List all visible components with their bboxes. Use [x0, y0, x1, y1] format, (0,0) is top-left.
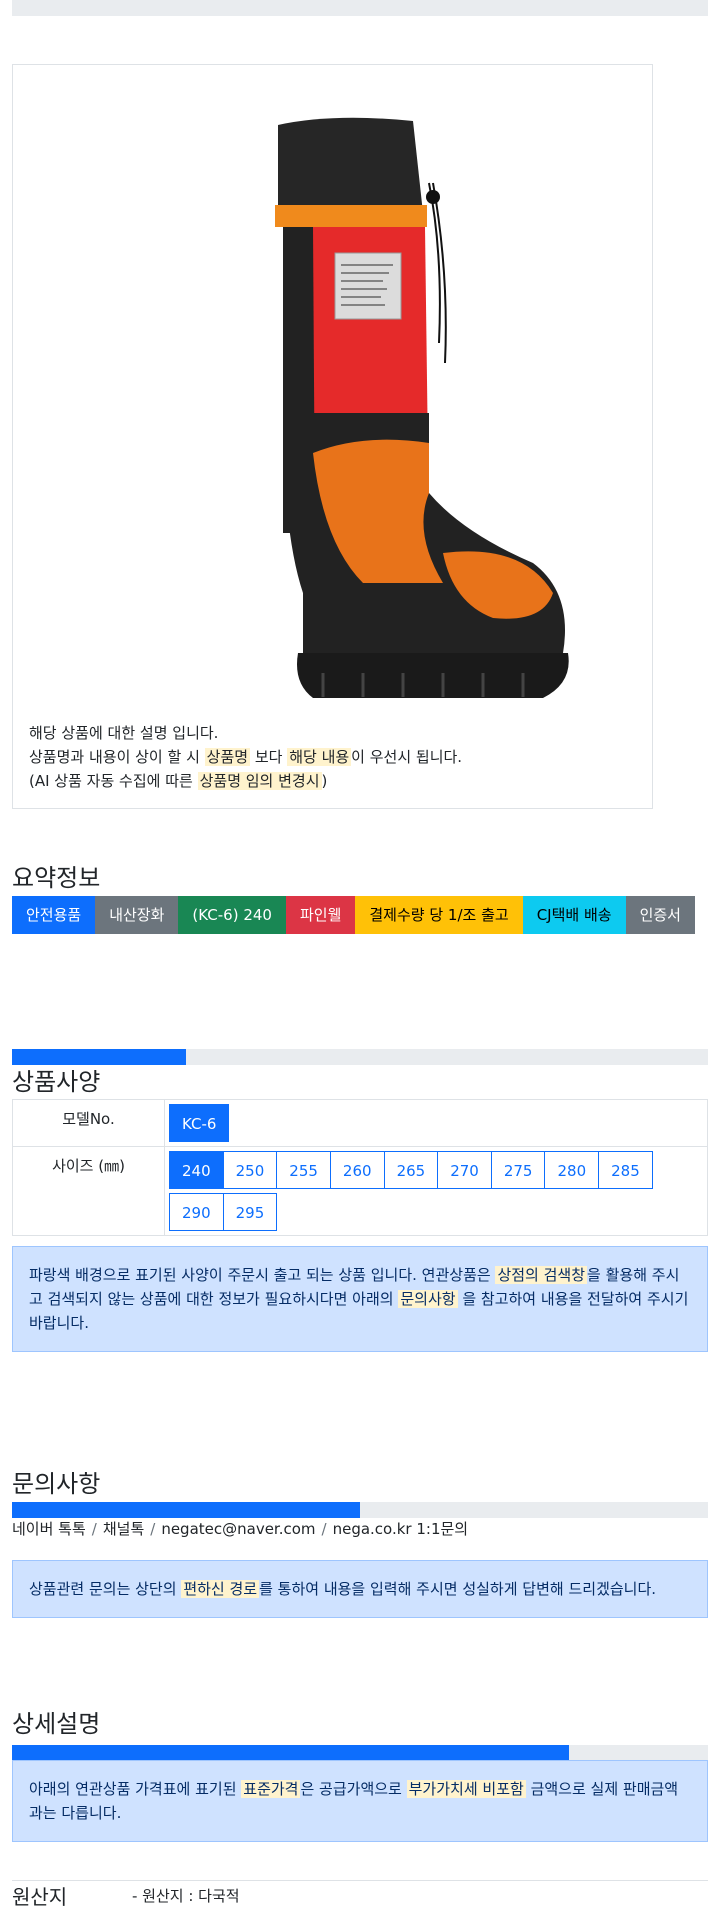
- product-description: 해당 상품에 대한 설명 입니다. 상품명과 내용이 상이 할 시 상품명 보다…: [29, 721, 639, 793]
- summary-badge: 내산장화: [95, 896, 179, 934]
- contact-link[interactable]: negatec@naver.com: [161, 1520, 315, 1538]
- size-option-240[interactable]: 240: [169, 1151, 224, 1189]
- contact-links: 네이버 톡톡 / 채널톡 / negatec@naver.com / nega.co.kr …: [12, 1518, 468, 1539]
- highlight-channel: 편하신 경로: [181, 1580, 260, 1598]
- summary-badge: 인증서: [625, 896, 695, 934]
- summary-badge: 결제수량 당 1/조 출고: [355, 896, 523, 934]
- size-option-250[interactable]: 250: [222, 1151, 278, 1189]
- spec-row-model: 모델No. KC-6: [12, 1100, 708, 1147]
- detail-progress-fill: [12, 1745, 569, 1761]
- spec-values-size: 240 250 255 260 265 270 275 280 285 290 295: [165, 1147, 707, 1235]
- desc-line-3: (AI 상품 자동 수집에 따른 상품명 임의 변경시): [29, 769, 639, 793]
- inquiry-title: 문의사항: [12, 1470, 101, 1498]
- detail-title: 상세설명: [12, 1710, 101, 1738]
- size-option-260[interactable]: 260: [329, 1151, 385, 1189]
- spec-label-size: 사이즈 (㎜): [13, 1147, 165, 1235]
- specs-progress: [12, 1049, 708, 1065]
- summary-title: 요약정보: [12, 864, 101, 892]
- desc-text: 이 우선시 됩니다.: [351, 748, 463, 766]
- model-option[interactable]: KC-6: [169, 1104, 230, 1142]
- contact-link[interactable]: 네이버 톡톡: [12, 1520, 86, 1538]
- size-option-280[interactable]: 280: [544, 1151, 600, 1189]
- desc-text: (AI 상품 자동 수집에 따른: [29, 772, 198, 790]
- link-separator: /: [91, 1520, 97, 1538]
- size-option-275[interactable]: 275: [490, 1151, 546, 1189]
- desc-text: 상품명과 내용이 상이 할 시: [29, 748, 205, 766]
- desc-text: 보다: [250, 748, 288, 766]
- detail-progress: [12, 1745, 708, 1761]
- contact-link[interactable]: nega.co.kr 1:1문의: [333, 1520, 469, 1538]
- inquiry-progress-fill: [12, 1502, 360, 1518]
- size-option-290[interactable]: 290: [169, 1193, 224, 1231]
- spec-values-model: KC-6: [165, 1100, 707, 1146]
- size-option-270[interactable]: 270: [437, 1151, 492, 1189]
- summary-badges: 안전용품 내산장화 (KC-6) 240 파인웰 결제수량 당 1/조 출고 CJ택배 배…: [12, 896, 712, 934]
- summary-badge: CJ택배 배송: [522, 896, 626, 934]
- link-separator: /: [150, 1520, 156, 1538]
- specs-title: 상품사양: [12, 1068, 101, 1096]
- specs-notice: 파랑색 배경으로 표기된 사양이 주문시 출고 되는 상품 입니다. 연관상품은…: [12, 1246, 708, 1352]
- detail-notice: 아래의 연관상품 가격표에 표기된 표준가격 은 공급가액으로 부가가치세 비포함…: [12, 1760, 708, 1842]
- highlight-search: 상점의 검색창: [495, 1266, 588, 1284]
- size-option-255[interactable]: 255: [276, 1151, 331, 1189]
- product-image: [243, 113, 583, 713]
- notice-text: 파랑색 배경으로 표기된 사양이 주문시 출고 되는 상품 입니다. 연관상품은: [29, 1266, 496, 1284]
- summary-badge: (KC-6) 240: [178, 896, 286, 934]
- notice-text: 상품관련 문의는 상단의: [29, 1580, 182, 1598]
- summary-badge: 안전용품: [12, 896, 96, 934]
- desc-text: ): [321, 772, 328, 790]
- size-option-285[interactable]: 285: [598, 1151, 653, 1189]
- inquiry-progress: [12, 1502, 708, 1518]
- desc-line-1: 해당 상품에 대한 설명 입니다.: [29, 724, 219, 742]
- highlight-rename: 상품명 임의 변경시: [197, 772, 322, 790]
- notice-text: 를 통하여 내용을 입력해 주시면 성실하게 답변해 드리겠습니다.: [259, 1580, 657, 1598]
- notice-text: 은 공급가액으로: [300, 1780, 407, 1798]
- safety-boot-illustration: [275, 117, 569, 698]
- size-option-265[interactable]: 265: [383, 1151, 439, 1189]
- specs-table: 모델No. KC-6 사이즈 (㎜) 240 250 255 260 265 270 275…: [12, 1099, 708, 1236]
- origin-label: 원산지: [12, 1885, 68, 1909]
- highlight-inquiry: 문의사항: [398, 1290, 458, 1308]
- inquiry-notice: 상품관련 문의는 상단의 편하신 경로 를 통하여 내용을 입력해 주시면 성실하…: [12, 1560, 708, 1618]
- desc-line-2: 상품명과 내용이 상이 할 시 상품명 보다 해당 내용 이 우선시 됩니다.: [29, 745, 639, 769]
- size-option-295[interactable]: 295: [222, 1193, 278, 1231]
- highlight-content: 해당 내용: [287, 748, 352, 766]
- highlight-product-name: 상품명: [204, 748, 251, 766]
- top-progress-bar: [12, 0, 708, 16]
- link-separator: /: [321, 1520, 327, 1538]
- spec-row-size: 사이즈 (㎜) 240 250 255 260 265 270 275 280 285 290 29…: [12, 1147, 708, 1236]
- product-card: 해당 상품에 대한 설명 입니다. 상품명과 내용이 상이 할 시 상품명 보다…: [12, 64, 653, 809]
- origin-row: 원산지 - 원산지 : 다국적: [12, 1880, 708, 1910]
- summary-badge: 파인웰: [285, 896, 356, 934]
- notice-text: 아래의 연관상품 가격표에 표기된: [29, 1780, 242, 1798]
- spec-label-model: 모델No.: [13, 1100, 165, 1146]
- highlight-vat: 부가가치세 비포함: [406, 1780, 526, 1798]
- origin-value: - 원산지 : 다국적: [132, 1887, 240, 1905]
- highlight-price: 표준가격: [241, 1780, 301, 1798]
- contact-link[interactable]: 채널톡: [103, 1520, 144, 1538]
